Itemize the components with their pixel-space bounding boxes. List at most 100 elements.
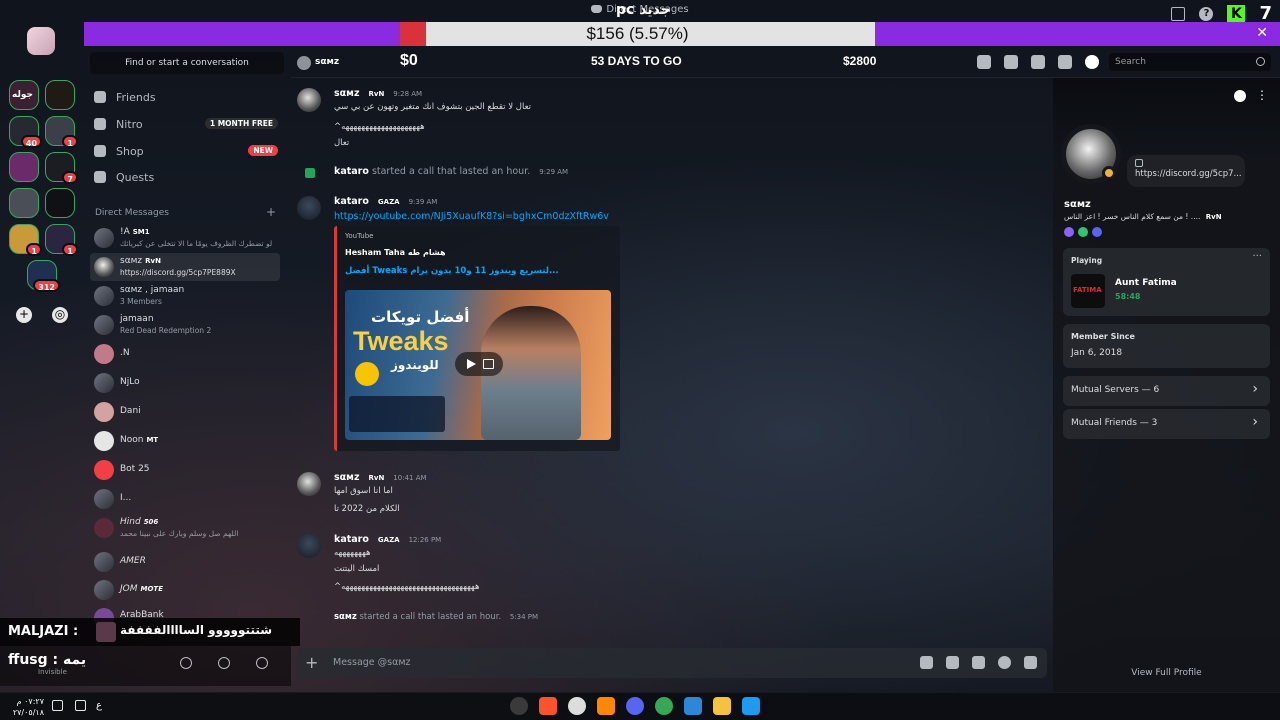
dm-item[interactable]: jamaan Red Dead Redemption 2: [90, 311, 280, 339]
emoji-icon[interactable]: [998, 656, 1011, 669]
close-icon[interactable]: ✕: [1256, 25, 1268, 41]
network-icon[interactable]: [75, 700, 86, 711]
search-input[interactable]: Search: [1109, 53, 1271, 71]
volume-icon[interactable]: [52, 700, 63, 711]
settings-icon[interactable]: [256, 657, 268, 669]
message: kataro GAZA 9:39 AM https://youtube.com/NJ…: [291, 186, 1051, 566]
game-art: FATIMA: [1071, 274, 1105, 308]
add-server-icon[interactable]: +: [16, 307, 32, 323]
windows-start-icon[interactable]: [742, 697, 760, 715]
server-icon[interactable]: جوله: [9, 80, 39, 110]
home-avatar[interactable]: [27, 27, 55, 55]
sticker-icon[interactable]: [972, 656, 985, 669]
avatar[interactable]: [297, 472, 321, 496]
play-icon[interactable]: [455, 352, 503, 376]
chat-username: MALJAZI :: [8, 624, 79, 639]
chrome-icon[interactable]: [655, 697, 673, 715]
more-icon[interactable]: ⋮: [1256, 88, 1268, 102]
server-icon[interactable]: [9, 188, 39, 218]
user-profile-icon[interactable]: [1085, 55, 1099, 69]
gift-icon[interactable]: [920, 656, 933, 669]
server-icon[interactable]: [45, 188, 75, 218]
more-icon[interactable]: ···: [1252, 251, 1262, 262]
input-language[interactable]: ع: [96, 700, 102, 711]
nav-nitro[interactable]: Nitro 1 MONTH FREE: [94, 115, 284, 133]
video-thumbnail[interactable]: أفضل تويكات Tweaks للويندوز: [345, 290, 611, 440]
avatar: [94, 580, 114, 600]
create-dm-icon[interactable]: +: [266, 205, 276, 219]
server-icon[interactable]: [45, 80, 75, 110]
chat-avatar: [96, 622, 116, 642]
pin-icon[interactable]: [1031, 55, 1045, 69]
dm-item[interactable]: .N: [90, 340, 280, 368]
dm-item[interactable]: AMER: [90, 548, 280, 576]
help-icon[interactable]: ?: [1199, 6, 1214, 21]
add-friends-icon[interactable]: [1058, 55, 1072, 69]
link-icon: [1135, 159, 1143, 167]
discover-icon[interactable]: ◎: [52, 307, 68, 323]
hypesquad-badge-icon[interactable]: [1078, 227, 1088, 237]
server-icon[interactable]: 7: [45, 152, 78, 184]
obs-icon[interactable]: [510, 697, 528, 715]
dm-item[interactable]: NjLo: [90, 369, 280, 397]
video-icon[interactable]: [1004, 55, 1018, 69]
avatar: [94, 518, 114, 538]
attach-plus-icon[interactable]: +: [305, 653, 318, 672]
profile-bio: من سمع كلام الناس خسر ! اعز الناس ! ....…: [1064, 212, 1222, 221]
avatar: [94, 373, 114, 393]
apps-icon[interactable]: [1024, 656, 1037, 669]
gif-icon[interactable]: [946, 656, 959, 669]
mutual-friends-row[interactable]: Mutual Friends — 3 ›: [1063, 409, 1270, 439]
nav-quests[interactable]: Quests: [94, 168, 284, 186]
dm-item[interactable]: I...: [90, 485, 280, 513]
author-name[interactable]: sαмz: [334, 472, 359, 483]
add-friend-icon[interactable]: [1234, 90, 1246, 102]
clock[interactable]: ٠٧:٢٧ م ٢٧/٠٥/١٨: [10, 696, 44, 718]
nitro-badge: 1 MONTH FREE: [204, 118, 278, 129]
message-input[interactable]: Message @sαмz: [333, 657, 411, 668]
call-icon[interactable]: [977, 55, 991, 69]
dm-item[interactable]: Noon MT: [90, 427, 280, 455]
server-icon[interactable]: 312: [27, 260, 60, 292]
discord-icon[interactable]: [626, 697, 644, 715]
view-full-profile-link[interactable]: View Full Profile: [1053, 668, 1280, 678]
dm-item[interactable]: Bot 25: [90, 456, 280, 484]
dm-item[interactable]: JOM MOTE: [90, 576, 280, 604]
author-name[interactable]: sαмz: [334, 88, 359, 99]
dm-item[interactable]: sαмz , jamaan 3 Members: [90, 282, 280, 310]
avatar[interactable]: [297, 534, 321, 558]
server-icon[interactable]: 40: [9, 116, 42, 148]
message-composer[interactable]: + Message @sαмz: [297, 648, 1047, 678]
server-icon[interactable]: 1: [45, 116, 78, 148]
dm-item[interactable]: sαмz RvN https://discord.gg/5cp7PE889X: [90, 253, 280, 281]
headphones-icon[interactable]: [218, 657, 230, 669]
server-icon[interactable]: [9, 152, 39, 182]
server-icon[interactable]: 1: [9, 224, 42, 256]
boost-badge-icon[interactable]: [1092, 227, 1102, 237]
nitro-badge-icon[interactable]: [1064, 227, 1074, 237]
mic-icon[interactable]: [180, 657, 192, 669]
dm-sidebar: Find or start a conversation Friends Nit…: [84, 46, 291, 646]
store-icon[interactable]: [684, 697, 702, 715]
brave-icon[interactable]: [539, 697, 557, 715]
chat-message: شتتتووووو الساااالففففة: [120, 623, 273, 637]
author-name[interactable]: kataro: [334, 196, 369, 207]
youtube-link[interactable]: https://youtube.com/NJi5XuaufK8?si=bghxC…: [334, 211, 609, 222]
author-name[interactable]: kataro: [334, 534, 369, 545]
dm-item[interactable]: Hind 506 اللهم صل وسلم وبارك على نبينا محم…: [90, 514, 280, 542]
nav-shop[interactable]: Shop NEW: [94, 142, 284, 160]
avatar[interactable]: [297, 196, 321, 220]
avatar[interactable]: [297, 88, 321, 112]
chat-header: sαмz Search: [291, 46, 1280, 78]
inbox-icon[interactable]: [1171, 6, 1186, 21]
mutual-servers-row[interactable]: Mutual Servers — 6 ›: [1063, 376, 1270, 406]
vlc-icon[interactable]: [597, 697, 615, 715]
dm-item[interactable]: !A SM1 لو تضطرك الظروف يومًا ما الا تتخلى …: [90, 224, 280, 252]
server-icon[interactable]: 1: [45, 224, 78, 256]
avatar: [94, 460, 114, 480]
dm-item[interactable]: Dani: [90, 398, 280, 426]
steam-icon[interactable]: [568, 697, 586, 715]
find-conversation-button[interactable]: Find or start a conversation: [90, 52, 284, 74]
file-explorer-icon[interactable]: [713, 697, 731, 715]
nav-friends[interactable]: Friends: [94, 88, 284, 106]
